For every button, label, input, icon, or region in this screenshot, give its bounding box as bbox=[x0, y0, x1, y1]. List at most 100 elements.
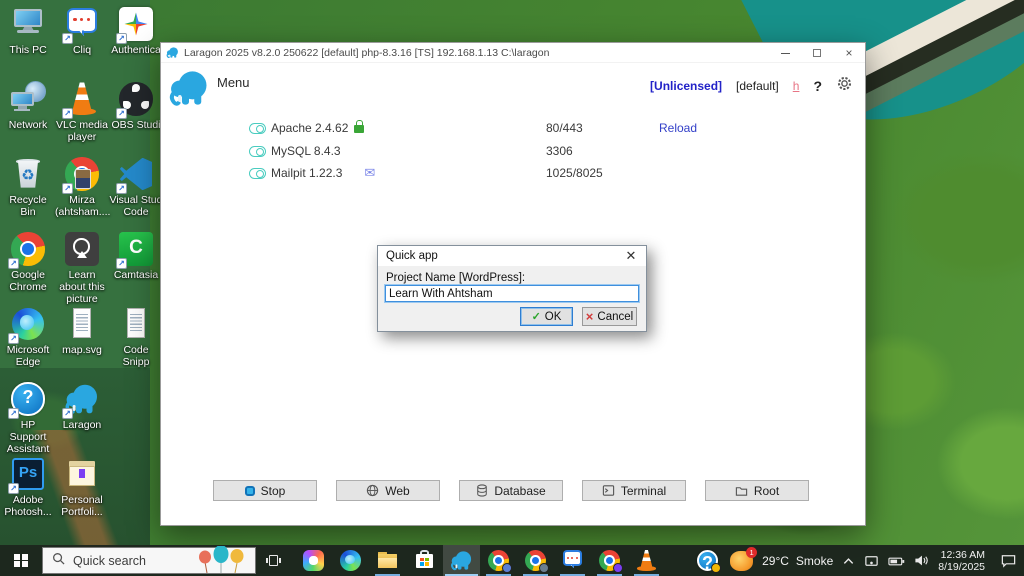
network-icon bbox=[10, 81, 46, 117]
desktop-icon-image bbox=[8, 231, 46, 269]
service-name: Apache 2.4.62 bbox=[271, 120, 365, 135]
ok-label: OK bbox=[544, 310, 562, 323]
desktop-icon-label: Learn about this picture bbox=[59, 269, 105, 305]
desktop-icon-camtasia[interactable]: CCamtasia bbox=[109, 231, 163, 305]
desktop-icon-authentica[interactable]: Authentica bbox=[109, 6, 163, 80]
taskbar-app-chrome-2[interactable] bbox=[517, 545, 554, 576]
taskbar-app-vlc[interactable] bbox=[628, 545, 665, 576]
weather-icon[interactable]: 1 bbox=[730, 546, 758, 571]
desktop-icon-google-chrome[interactable]: Google Chrome bbox=[1, 231, 55, 305]
taskbar-app-store[interactable] bbox=[406, 545, 443, 576]
service-toggle-icon[interactable] bbox=[249, 168, 266, 179]
desktop-icon-this-pc[interactable]: This PC bbox=[1, 6, 55, 80]
profile-label[interactable]: [default] bbox=[736, 79, 779, 93]
menu-button[interactable]: Menu bbox=[217, 75, 250, 90]
desktop-icon-microsoft-edge[interactable]: Microsoft Edge bbox=[1, 306, 55, 380]
taskbar-app-copilot[interactable] bbox=[295, 545, 332, 576]
button-label: Terminal bbox=[620, 483, 667, 498]
desktop-icon-label: HP Support Assistant bbox=[6, 419, 50, 455]
database-button[interactable]: Database bbox=[459, 480, 563, 501]
taskbar: Quick search ? 1 29°C Smoke 12:36 AM 8/1… bbox=[0, 545, 1024, 576]
dialog-title: Quick app bbox=[386, 250, 438, 262]
search-placeholder: Quick search bbox=[73, 553, 146, 568]
desktop-icon-visual-stud-code[interactable]: Visual Stud Code bbox=[109, 156, 163, 230]
dialog-titlebar[interactable]: Quick app ✕ bbox=[378, 246, 646, 266]
desktop-icon-label: Cliq bbox=[72, 44, 92, 56]
desktop-icon-obs-studi[interactable]: OBS Studi bbox=[109, 81, 163, 155]
volume-icon[interactable] bbox=[914, 554, 929, 567]
dialog-close-icon[interactable]: ✕ bbox=[616, 246, 646, 266]
ok-button[interactable]: ✓ OK bbox=[520, 307, 573, 326]
clock-date: 8/19/2025 bbox=[938, 560, 985, 573]
gear-icon[interactable] bbox=[836, 75, 853, 97]
cancel-label: Cancel bbox=[597, 310, 634, 323]
cliq-icon bbox=[561, 549, 584, 572]
taskbar-app-edge[interactable] bbox=[332, 545, 369, 576]
desktop-icon-code-snipp[interactable]: Code Snipp bbox=[109, 306, 163, 380]
doc-icon bbox=[64, 306, 100, 342]
desktop-icon-adobe-photosh[interactable]: PsAdobe Photosh... bbox=[1, 456, 55, 530]
desktop-icon-vlc-media-player[interactable]: VLC media player bbox=[55, 81, 109, 155]
battery-icon[interactable] bbox=[888, 555, 905, 567]
taskbar-app-laragon[interactable] bbox=[443, 545, 480, 576]
desktop-icon-mirza-ahtsham[interactable]: Mirza (ahtsham.... bbox=[55, 156, 110, 230]
desktop-icon-label: map.svg bbox=[62, 344, 102, 356]
maximize-button[interactable] bbox=[801, 43, 833, 63]
reload-link[interactable]: Reload bbox=[659, 121, 697, 135]
edge-icon bbox=[339, 549, 362, 572]
taskbar-app-hp-support[interactable]: ? bbox=[689, 545, 726, 576]
desktop-icon-map-svg[interactable]: map.svg bbox=[55, 306, 109, 380]
desktop-icon-image: Ps bbox=[8, 456, 46, 494]
service-toggle-icon[interactable] bbox=[249, 123, 266, 134]
globe-icon bbox=[366, 484, 379, 497]
chevron-up-icon[interactable] bbox=[842, 555, 855, 567]
task-view-button[interactable] bbox=[256, 545, 290, 576]
desktop-icon-recycle-bin[interactable]: ♻ Recycle Bin bbox=[1, 156, 55, 230]
shortcut-arrow-overlay bbox=[62, 108, 73, 119]
mail-icon[interactable]: ✉ bbox=[364, 166, 375, 179]
shortcut-arrow-overlay bbox=[8, 408, 19, 419]
cast-icon[interactable] bbox=[864, 554, 879, 568]
clock[interactable]: 12:36 AM 8/19/2025 bbox=[938, 549, 985, 573]
taskbar-app-cliq[interactable] bbox=[554, 545, 591, 576]
temperature-label[interactable]: 29°C bbox=[762, 554, 789, 568]
desktop-icon-image bbox=[62, 81, 100, 119]
cancel-button[interactable]: × Cancel bbox=[582, 307, 637, 326]
desktop-icon-label: Google Chrome bbox=[9, 269, 47, 293]
service-toggle-icon[interactable] bbox=[249, 145, 266, 157]
taskbar-app-chrome-3[interactable] bbox=[591, 545, 628, 576]
help-button[interactable]: ? bbox=[813, 78, 822, 94]
taskbar-app-chrome[interactable] bbox=[480, 545, 517, 576]
desktop-icon-image: C bbox=[116, 231, 154, 269]
desktop-icon-image bbox=[64, 231, 100, 267]
terminal-button[interactable]: Terminal bbox=[582, 480, 686, 501]
taskbar-app-explorer[interactable] bbox=[369, 545, 406, 576]
close-button[interactable]: × bbox=[833, 43, 865, 63]
desktop-icon-laragon[interactable]: Laragon bbox=[55, 381, 109, 455]
chrome-icon bbox=[487, 549, 512, 573]
taskbar-app-icons: ? bbox=[295, 545, 726, 576]
minimize-button[interactable] bbox=[769, 43, 801, 63]
desktop-icon-image bbox=[116, 6, 154, 44]
desktop-icon-cliq[interactable]: Cliq bbox=[55, 6, 109, 80]
action-center-icon[interactable] bbox=[1000, 553, 1017, 568]
doc-icon bbox=[118, 306, 154, 342]
stop-button[interactable]: Stop bbox=[213, 480, 317, 501]
unlicensed-link[interactable]: [Unlicensed] bbox=[650, 79, 722, 93]
app-badge bbox=[539, 563, 549, 573]
desktop-icon-network[interactable]: Network bbox=[1, 81, 55, 155]
web-button[interactable]: Web bbox=[336, 480, 440, 501]
desktop-icon-label: Camtasia bbox=[113, 269, 159, 281]
hotkey-link[interactable]: h bbox=[793, 79, 800, 93]
desktop-icon-image: ♻ bbox=[10, 156, 46, 192]
root-button[interactable]: Root bbox=[705, 480, 809, 501]
weather-condition-label[interactable]: Smoke bbox=[796, 554, 833, 568]
desktop-icon-image: ? bbox=[8, 381, 46, 419]
search-box[interactable]: Quick search bbox=[42, 545, 256, 574]
start-button[interactable] bbox=[0, 545, 42, 576]
window-titlebar[interactable]: Laragon 2025 v8.2.0 250622 [default] php… bbox=[161, 43, 865, 63]
project-name-input[interactable] bbox=[384, 284, 640, 303]
desktop-icon-personal-portfoli[interactable]: Personal Portfoli... bbox=[55, 456, 109, 530]
desktop-icon-learn-about-this-picture[interactable]: Learn about this picture bbox=[55, 231, 109, 305]
desktop-icon-hp-support-assistant[interactable]: ?HP Support Assistant bbox=[1, 381, 55, 455]
